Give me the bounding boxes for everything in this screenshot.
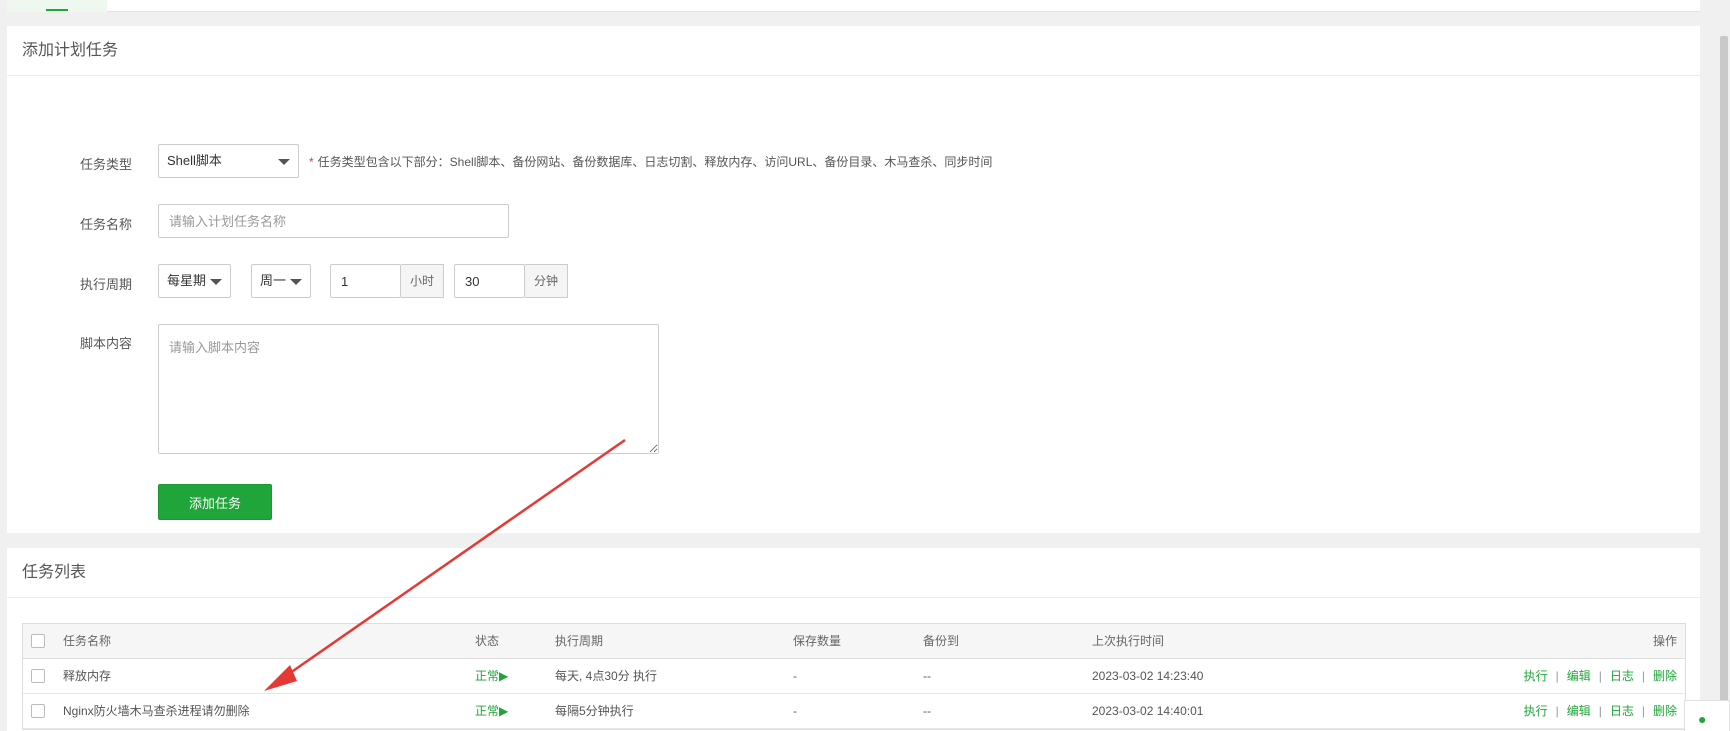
caret-down-icon	[210, 279, 222, 285]
task-name-cell: Nginx防火墙木马查杀进程请勿删除	[55, 693, 467, 729]
task-type-hint-text: 任务类型包含以下部分：Shell脚本、备份网站、备份数据库、日志切割、释放内存、…	[317, 155, 993, 169]
task-list-panel-title: 任务列表	[7, 548, 1700, 598]
period-cell: 每隔5分钟执行	[547, 693, 785, 729]
col-last-run: 上次执行时间	[1084, 624, 1384, 659]
keep-cell: -	[785, 658, 915, 694]
period-cell: 每天, 4点30分 执行	[547, 658, 785, 694]
hour-input[interactable]	[330, 264, 401, 298]
active-tab-indicator	[46, 9, 68, 11]
ops-separator: |	[1641, 669, 1645, 683]
required-star: *	[309, 155, 314, 169]
ops-cell: 执行 | 编辑 | 日志 | 删除	[1384, 658, 1685, 694]
ops-separator: |	[1598, 704, 1602, 718]
ops-separator: |	[1555, 704, 1559, 718]
task-type-label: 任务类型	[80, 157, 133, 172]
table-row: 释放内存 正常▶ 每天, 4点30分 执行 - -- 2023-03-02 14…	[23, 658, 1685, 694]
col-status: 状态	[467, 624, 547, 659]
help-chat-icon: ●	[1698, 711, 1707, 727]
script-textarea[interactable]	[158, 324, 659, 454]
task-list-panel: 任务列表 任务名称 状态 执行周期 保存数量 备份到 上次执行时间 操作 释放内…	[7, 548, 1700, 731]
period-cycle-select[interactable]: 每星期	[158, 264, 231, 298]
task-name-cell: 释放内存	[55, 658, 467, 694]
last-run-cell: 2023-03-02 14:40:01	[1084, 693, 1384, 729]
period-label: 执行周期	[80, 277, 133, 292]
edit-link[interactable]: 编辑	[1567, 704, 1591, 718]
delete-link[interactable]: 删除	[1653, 704, 1677, 718]
page-scrollbar[interactable]	[1720, 0, 1728, 731]
ops-separator: |	[1555, 669, 1559, 683]
weekday-select[interactable]: 周一	[251, 264, 311, 298]
table-header-row: 任务名称 状态 执行周期 保存数量 备份到 上次执行时间 操作	[23, 624, 1685, 659]
minute-input[interactable]	[454, 264, 525, 298]
task-name-label: 任务名称	[80, 217, 133, 232]
log-link[interactable]: 日志	[1610, 669, 1634, 683]
task-type-select[interactable]: Shell脚本	[158, 144, 299, 178]
help-button[interactable]: ●	[1684, 700, 1730, 731]
top-tab-strip	[7, 0, 1700, 12]
task-table: 任务名称 状态 执行周期 保存数量 备份到 上次执行时间 操作 释放内存 正常▶…	[22, 623, 1686, 730]
caret-down-icon	[290, 279, 302, 285]
caret-down-icon	[278, 159, 290, 165]
add-task-button[interactable]: 添加任务	[158, 484, 272, 520]
scrollbar-thumb[interactable]	[1720, 36, 1728, 716]
backup-to-cell: --	[915, 693, 1084, 729]
backup-to-cell: --	[915, 658, 1084, 694]
col-name: 任务名称	[55, 624, 467, 659]
col-ops: 操作	[1384, 624, 1685, 659]
period-cycle-value: 每星期	[167, 273, 207, 288]
minute-unit: 分钟	[525, 264, 568, 298]
col-backup-to: 备份到	[915, 624, 1084, 659]
table-row: Nginx防火墙木马查杀进程请勿删除 正常▶ 每隔5分钟执行 - -- 2023…	[23, 693, 1685, 729]
ops-separator: |	[1641, 704, 1645, 718]
run-link[interactable]: 执行	[1524, 669, 1548, 683]
run-link[interactable]: 执行	[1524, 704, 1548, 718]
hour-unit: 小时	[401, 264, 444, 298]
task-type-hint: * 任务类型包含以下部分：Shell脚本、备份网站、备份数据库、日志切割、释放内存…	[309, 153, 992, 170]
col-keep: 保存数量	[785, 624, 915, 659]
delete-link[interactable]: 删除	[1653, 669, 1677, 683]
status-cell[interactable]: 正常▶	[467, 693, 547, 729]
script-label: 脚本内容	[80, 336, 133, 351]
ops-cell: 执行 | 编辑 | 日志 | 删除	[1384, 693, 1685, 729]
keep-cell: -	[785, 693, 915, 729]
last-run-cell: 2023-03-02 14:23:40	[1084, 658, 1384, 694]
ops-separator: |	[1598, 669, 1602, 683]
row-checkbox[interactable]	[31, 668, 45, 683]
select-all-checkbox[interactable]	[31, 634, 45, 649]
weekday-value: 周一	[260, 273, 287, 288]
task-name-input[interactable]	[158, 204, 509, 238]
col-period: 执行周期	[547, 624, 785, 659]
edit-link[interactable]: 编辑	[1567, 669, 1591, 683]
task-type-value: Shell脚本	[167, 153, 222, 168]
add-task-panel-title: 添加计划任务	[7, 26, 1700, 76]
row-checkbox[interactable]	[31, 703, 45, 718]
status-cell[interactable]: 正常▶	[467, 658, 547, 694]
add-task-panel: 添加计划任务 任务类型 Shell脚本 * 任务类型包含以下部分：Shell脚本、…	[7, 26, 1700, 533]
log-link[interactable]: 日志	[1610, 704, 1634, 718]
top-active-tab[interactable]	[7, 0, 107, 12]
